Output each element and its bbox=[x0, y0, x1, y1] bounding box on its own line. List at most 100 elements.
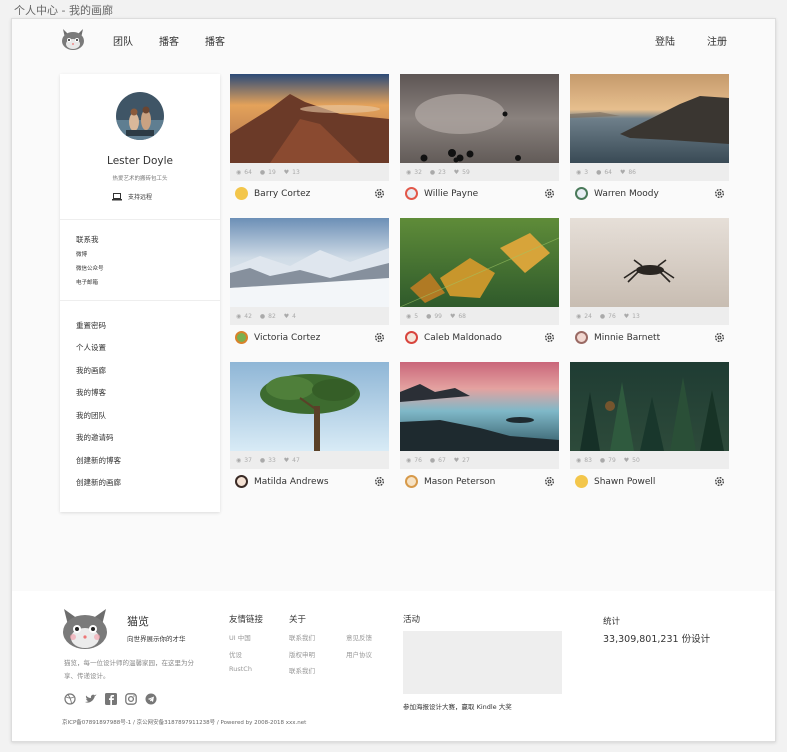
author-avatar[interactable] bbox=[575, 187, 588, 200]
top-navbar: 团队 播客 播客 登陆 注册 bbox=[12, 19, 775, 57]
gallery-card[interactable]: ◉ 5 ● 99 ♥ 68 Caleb Maldonado bbox=[400, 218, 559, 350]
friend-link-ui-china[interactable]: UI 中国 bbox=[229, 632, 251, 642]
author-name[interactable]: Victoria Cortez bbox=[254, 333, 320, 343]
twitter-icon[interactable] bbox=[84, 693, 97, 705]
gallery-image-forest[interactable] bbox=[570, 362, 729, 451]
menu-invite-code[interactable]: 我的邀请码 bbox=[76, 432, 114, 443]
eye-icon: ◉ bbox=[576, 312, 582, 320]
comments-count: 23 bbox=[438, 168, 446, 176]
laptop-icon bbox=[112, 192, 122, 200]
comments-count: 82 bbox=[268, 312, 276, 320]
support-remote-link[interactable]: 支持远程 bbox=[112, 192, 152, 201]
contact-weibo-link[interactable]: 微博 bbox=[76, 250, 87, 258]
gear-icon[interactable] bbox=[374, 476, 385, 487]
menu-create-gallery[interactable]: 创建新的画廊 bbox=[76, 477, 121, 488]
menu-my-blog[interactable]: 我的博客 bbox=[76, 387, 106, 398]
gallery-image-crab[interactable] bbox=[570, 218, 729, 307]
author-avatar[interactable] bbox=[575, 475, 588, 488]
gallery-card[interactable]: ◉ 32 ● 23 ♥ 59 Willie Payne bbox=[400, 74, 559, 206]
dribbble-icon[interactable] bbox=[64, 693, 76, 705]
gear-icon[interactable] bbox=[544, 476, 555, 487]
about-contact-link-2[interactable]: 联系我们 bbox=[289, 665, 315, 675]
menu-my-team[interactable]: 我的团队 bbox=[76, 410, 106, 421]
author-name[interactable]: Minnie Barnett bbox=[594, 333, 660, 343]
login-link[interactable]: 登陆 bbox=[655, 33, 675, 48]
comment-icon: ● bbox=[429, 168, 436, 176]
likes-count: 50 bbox=[632, 456, 640, 464]
author-avatar[interactable] bbox=[405, 475, 418, 488]
friend-link-youshe[interactable]: 优设 bbox=[229, 649, 242, 659]
heart-icon: ♥ bbox=[453, 456, 460, 464]
telegram-icon[interactable] bbox=[145, 693, 157, 705]
author-avatar[interactable] bbox=[405, 331, 418, 344]
activity-caption[interactable]: 参加海报设计大赛，赢取 Kindle 大奖 bbox=[403, 701, 512, 711]
comments-count: 33 bbox=[268, 456, 276, 464]
comment-icon: ● bbox=[259, 168, 266, 176]
gallery-image-coast[interactable] bbox=[570, 74, 729, 163]
views-count: 5 bbox=[414, 312, 419, 320]
gallery-card[interactable]: ◉ 64 ● 19 ♥ 13 Barry Cortez bbox=[230, 74, 389, 206]
gallery-card[interactable]: ◉ 76 ● 67 ♥ 27 Mason Peterson bbox=[400, 362, 559, 494]
gear-icon[interactable] bbox=[714, 476, 725, 487]
about-contact-link[interactable]: 联系我们 bbox=[289, 632, 315, 642]
gallery-image-leaves[interactable] bbox=[400, 218, 559, 307]
likes-count: 59 bbox=[462, 168, 470, 176]
gallery-card[interactable]: ◉ 24 ● 76 ♥ 13 Minnie Barnett bbox=[570, 218, 729, 350]
gallery-image-tree[interactable] bbox=[230, 362, 389, 451]
gallery-card[interactable]: ◉ 83 ● 79 ♥ 50 Shawn Powell bbox=[570, 362, 729, 494]
author-avatar[interactable] bbox=[235, 331, 248, 344]
author-name[interactable]: Caleb Maldonado bbox=[424, 333, 502, 343]
friend-link-rustch[interactable]: RustCh bbox=[229, 665, 252, 673]
gallery-image-balloons[interactable] bbox=[400, 74, 559, 163]
nav-podcast[interactable]: 播客 bbox=[159, 33, 179, 48]
gear-icon[interactable] bbox=[714, 188, 725, 199]
nav-team[interactable]: 团队 bbox=[113, 33, 133, 48]
author-name[interactable]: Barry Cortez bbox=[254, 189, 310, 199]
gallery-card[interactable]: ◉ 3 ● 64 ♥ 86 Warren Moody bbox=[570, 74, 729, 206]
author-avatar[interactable] bbox=[405, 187, 418, 200]
nav-podcast-2[interactable]: 播客 bbox=[205, 33, 225, 48]
author-name[interactable]: Matilda Andrews bbox=[254, 477, 329, 487]
gallery-card[interactable]: ◉ 37 ● 33 ♥ 47 Matilda Andrews bbox=[230, 362, 389, 494]
about-feedback-link[interactable]: 意见反馈 bbox=[346, 632, 372, 642]
browser-frame: 团队 播客 播客 登陆 注册 Lester Doyle 热爱艺术的搬砖包工头 支… bbox=[11, 18, 776, 742]
gear-icon[interactable] bbox=[714, 332, 725, 343]
about-copyright-link[interactable]: 版权申明 bbox=[289, 649, 315, 659]
contact-wechat-link[interactable]: 微信公众号 bbox=[76, 264, 104, 272]
menu-create-blog[interactable]: 创建新的博客 bbox=[76, 455, 121, 466]
gallery-image-snow[interactable] bbox=[230, 218, 389, 307]
gear-icon[interactable] bbox=[544, 332, 555, 343]
about-title: 关于 bbox=[289, 615, 307, 625]
gear-icon[interactable] bbox=[544, 188, 555, 199]
gear-icon[interactable] bbox=[374, 332, 385, 343]
profile-avatar[interactable] bbox=[116, 92, 164, 140]
author-name[interactable]: Warren Moody bbox=[594, 189, 659, 199]
activity-banner[interactable] bbox=[403, 631, 562, 694]
menu-reset-password[interactable]: 重置密码 bbox=[76, 320, 106, 331]
about-terms-link[interactable]: 用户协议 bbox=[346, 649, 372, 659]
gallery-image-volcano[interactable] bbox=[230, 74, 389, 163]
facebook-icon[interactable] bbox=[105, 693, 117, 705]
contact-email-link[interactable]: 电子邮箱 bbox=[76, 278, 98, 286]
likes-count: 13 bbox=[292, 168, 300, 176]
likes-count: 4 bbox=[292, 312, 296, 320]
cat-logo-icon[interactable] bbox=[60, 27, 86, 51]
gear-icon[interactable] bbox=[374, 188, 385, 199]
menu-personal-settings[interactable]: 个人设置 bbox=[76, 342, 106, 353]
eye-icon: ◉ bbox=[236, 312, 242, 320]
author-avatar[interactable] bbox=[235, 475, 248, 488]
gallery-card[interactable]: ◉ 42 ● 82 ♥ 4 Victoria Cortez bbox=[230, 218, 389, 350]
author-name[interactable]: Willie Payne bbox=[424, 189, 478, 199]
heart-icon: ♥ bbox=[283, 312, 290, 320]
eye-icon: ◉ bbox=[236, 456, 242, 464]
gallery-image-lake[interactable] bbox=[400, 362, 559, 451]
author-name[interactable]: Shawn Powell bbox=[594, 477, 655, 487]
author-avatar[interactable] bbox=[575, 331, 588, 344]
profile-tagline: 热爱艺术的搬砖包工头 bbox=[112, 176, 168, 182]
activity-title: 活动 bbox=[403, 615, 421, 625]
register-link[interactable]: 注册 bbox=[707, 33, 727, 48]
author-avatar[interactable] bbox=[235, 187, 248, 200]
instagram-icon[interactable] bbox=[125, 693, 137, 705]
author-name[interactable]: Mason Peterson bbox=[424, 477, 495, 487]
menu-my-gallery[interactable]: 我的画廊 bbox=[76, 365, 106, 376]
